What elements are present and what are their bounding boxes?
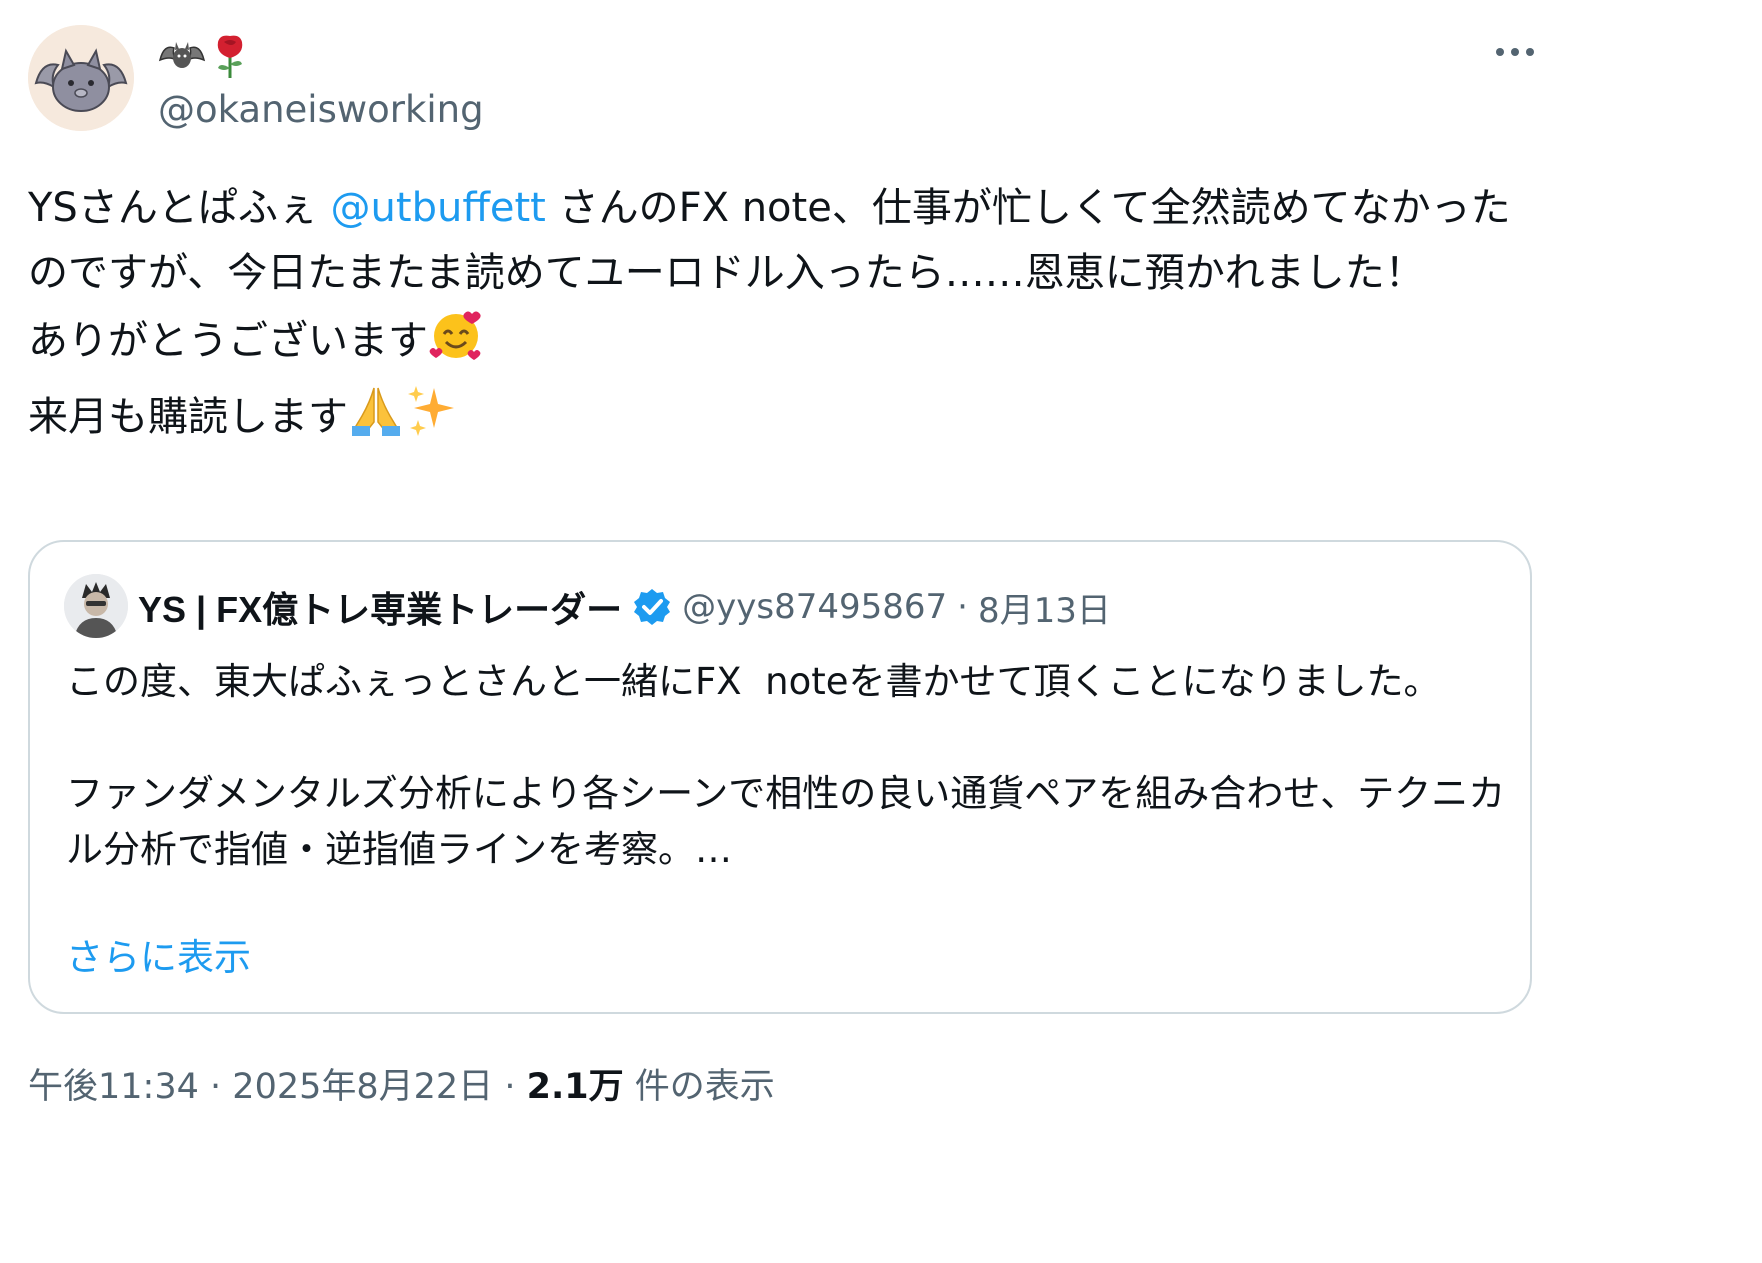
quoted-date[interactable]: 8月13日 xyxy=(978,583,1111,632)
quoted-text: この度、東大ぱふぇっとさんと一緒にFX noteを書かせて頂くことになりました。… xyxy=(66,660,1506,871)
meta-separator: · xyxy=(957,587,968,627)
smiling-face-with-hearts-icon xyxy=(428,306,484,382)
show-more-link[interactable]: さらに表示 xyxy=(66,930,251,986)
quoted-header: YS | FX億トレ専業トレーダー @yys87495867 · 8月13日 xyxy=(138,582,1111,632)
view-count-label: 件の表示 xyxy=(634,1067,775,1107)
tweet-date[interactable]: 2025年8月22日 xyxy=(232,1067,493,1107)
rose-icon xyxy=(217,35,243,78)
tweet-meta-footer: 午後11:34 · 2025年8月22日 · 2.1万 件の表示 xyxy=(28,1062,775,1112)
tweet-text-part: YSさんとぱふぇ xyxy=(28,185,331,231)
quoted-tweet-card[interactable]: YS | FX億トレ専業トレーダー @yys87495867 · 8月13日 こ… xyxy=(28,540,1532,1014)
folded-hands-icon xyxy=(348,382,404,458)
meta-separator: · xyxy=(210,1067,222,1107)
author-avatar[interactable] xyxy=(28,25,134,131)
view-count[interactable]: 2.1万 xyxy=(527,1067,624,1107)
tweet-time[interactable]: 午後11:34 xyxy=(28,1067,199,1107)
more-dots-icon xyxy=(1496,48,1534,56)
bat-icon xyxy=(158,42,206,68)
author-display-name[interactable] xyxy=(158,32,250,80)
sparkles-icon xyxy=(404,382,460,458)
quoted-author-name[interactable]: YS | FX億トレ専業トレーダー xyxy=(138,581,622,633)
quoted-author-handle[interactable]: @yys87495867 xyxy=(682,587,947,627)
verified-badge-icon xyxy=(634,589,671,625)
bat-avatar-illustration xyxy=(28,25,134,131)
meta-separator: · xyxy=(504,1067,516,1107)
author-handle[interactable]: @okaneisworking xyxy=(158,86,484,134)
tweet-text-part: 来月も購読します xyxy=(28,394,348,440)
more-options-button[interactable] xyxy=(1490,32,1540,72)
mention-link[interactable]: @utbuffett xyxy=(331,185,546,231)
tweet-text: YSさんとぱふぇ @utbuffett さんのFX note、仕事が忙しくて全然… xyxy=(28,176,1538,458)
quoted-author-avatar[interactable] xyxy=(64,574,128,638)
